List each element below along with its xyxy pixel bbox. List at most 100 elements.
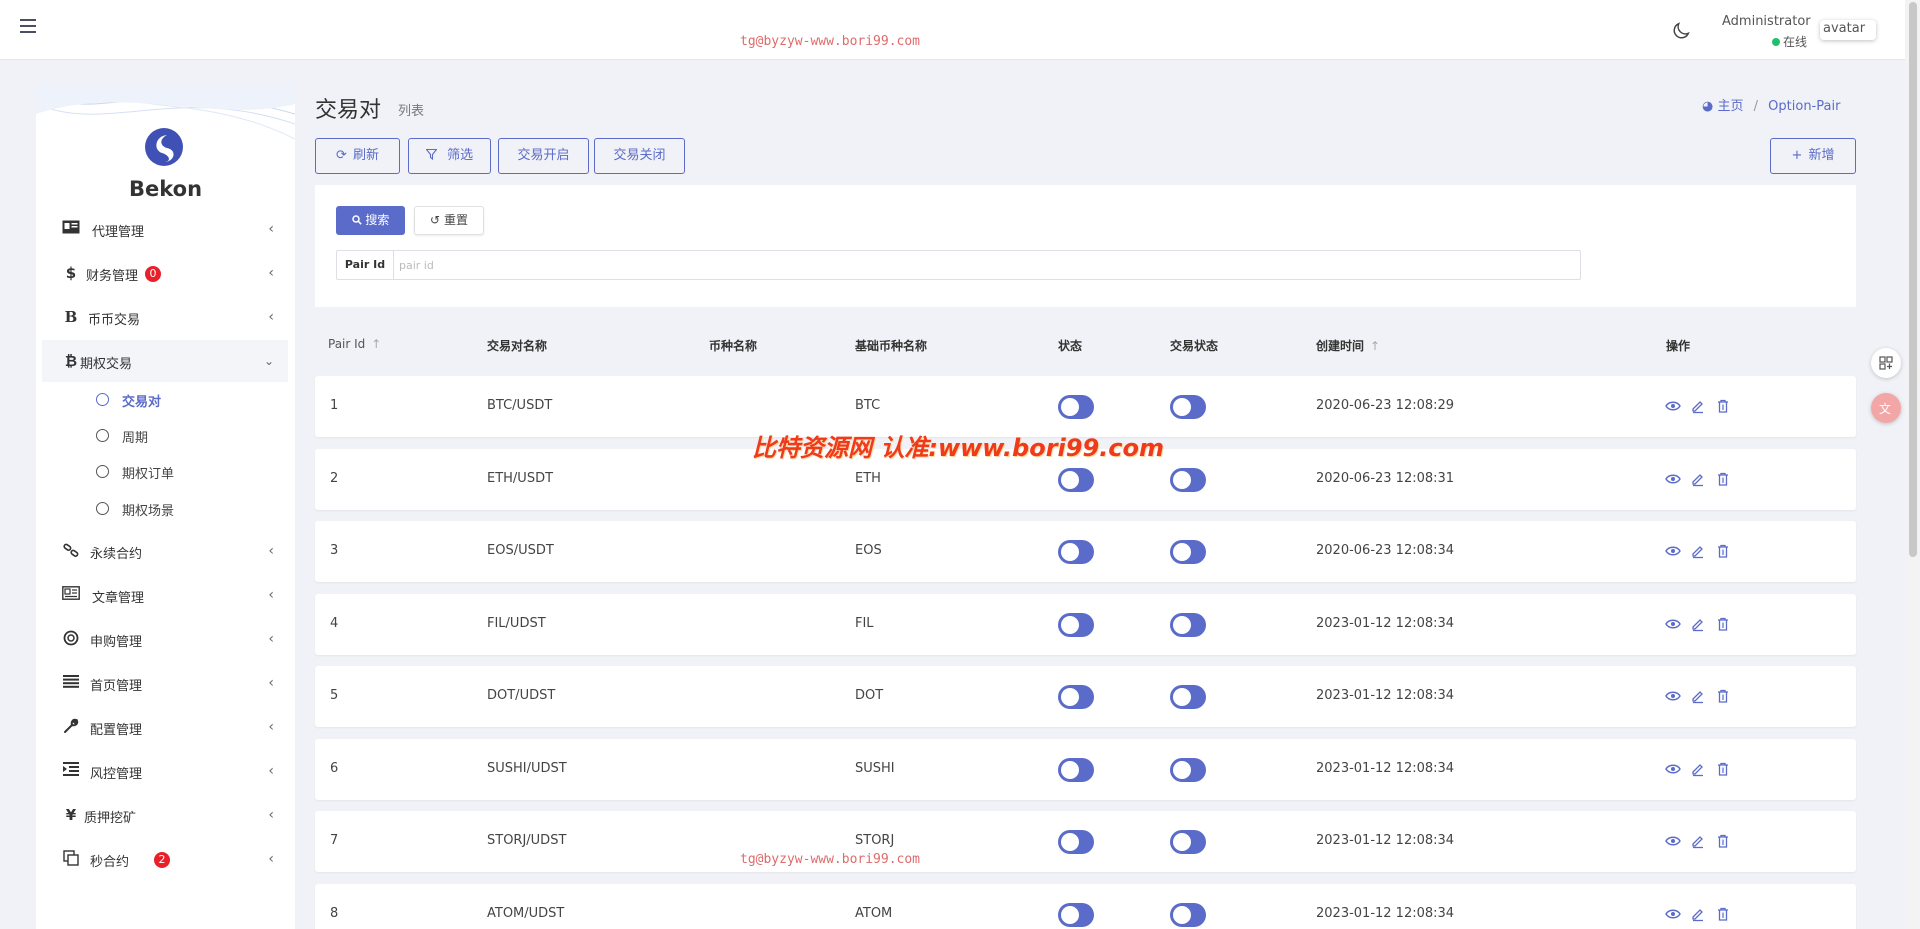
breadcrumb-home[interactable]: 主页	[1717, 99, 1743, 114]
page-subtitle: 列表	[398, 104, 425, 119]
edit-icon[interactable]	[1690, 833, 1706, 849]
view-icon[interactable]	[1665, 761, 1681, 777]
reset-button[interactable]: ↺ 重置	[414, 206, 484, 235]
status-toggle[interactable]	[1058, 758, 1094, 782]
edit-icon[interactable]	[1690, 398, 1706, 414]
col-header-pair-id[interactable]: Pair Id ↑	[328, 337, 381, 351]
trade-status-toggle[interactable]	[1170, 468, 1206, 492]
edit-icon[interactable]	[1690, 761, 1706, 777]
layout-grid-icon[interactable]	[1871, 348, 1901, 378]
sidebar: Bekon 代理管理 ‹ $ 财务管理 0 ‹ B 币币交易 ‹ ₿ 期权交易 …	[36, 84, 295, 929]
trade-status-toggle[interactable]	[1170, 395, 1206, 419]
cell-created: 2023-01-12 12:08:34	[1316, 688, 1455, 703]
sidebar-item-finance[interactable]: $ 财务管理 0 ‹	[42, 252, 288, 294]
indent-icon	[62, 762, 80, 780]
status-toggle[interactable]	[1058, 903, 1094, 927]
trade-status-toggle[interactable]	[1170, 613, 1206, 637]
cell-base-coin: FIL	[855, 616, 874, 631]
trade-status-toggle[interactable]	[1170, 830, 1206, 854]
edit-icon[interactable]	[1690, 906, 1706, 922]
view-icon[interactable]	[1665, 833, 1681, 849]
wrench-icon	[62, 718, 80, 738]
admin-name[interactable]: Administrator	[1722, 14, 1811, 29]
delete-icon[interactable]	[1715, 616, 1731, 632]
delete-icon[interactable]	[1715, 398, 1731, 414]
status-toggle[interactable]	[1058, 395, 1094, 419]
delete-icon[interactable]	[1715, 833, 1731, 849]
trade-open-button[interactable]: 交易开启	[498, 138, 589, 174]
table-row: 5 DOT/UDST DOT 2023-01-12 12:08:34	[315, 666, 1856, 727]
cell-created: 2023-01-12 12:08:34	[1316, 761, 1455, 776]
cell-base-coin: STORJ	[855, 833, 895, 848]
sidebar-item-config[interactable]: 配置管理 ‹	[42, 706, 288, 748]
sidebar-item-staking[interactable]: ¥ 质押挖矿 ‹	[42, 794, 288, 836]
translate-icon[interactable]: 文	[1871, 393, 1901, 423]
trade-status-toggle[interactable]	[1170, 540, 1206, 564]
sort-arrow-icon[interactable]: ↑	[1370, 339, 1380, 353]
sidebar-item-homepage[interactable]: 首页管理 ‹	[42, 662, 288, 704]
sidebar-item-seconds-contract[interactable]: 秒合约 2 ‹	[42, 838, 288, 880]
overlay-watermark: 比特资源网 认准:www.bori99.com	[752, 434, 1165, 462]
status-toggle[interactable]	[1058, 468, 1094, 492]
status-toggle[interactable]	[1058, 685, 1094, 709]
pair-id-input[interactable]	[399, 255, 1569, 275]
brand-name: Bekon	[128, 177, 203, 201]
edit-icon[interactable]	[1690, 471, 1706, 487]
bitcoin-icon: ₿	[64, 352, 78, 370]
view-icon[interactable]	[1665, 906, 1681, 922]
chevron-left-icon: ‹	[268, 309, 274, 325]
delete-icon[interactable]	[1715, 471, 1731, 487]
cell-pair-name: ETH/USDT	[487, 471, 554, 486]
search-button[interactable]: 搜索	[336, 206, 405, 235]
avatar[interactable]: avatar	[1820, 20, 1876, 40]
dark-mode-icon[interactable]	[1670, 20, 1692, 42]
add-button[interactable]: + 新增	[1770, 138, 1856, 174]
sort-arrow-icon[interactable]: ↑	[371, 337, 381, 351]
watermark-text: tg@byzyw-www.bori99.com	[740, 34, 921, 49]
col-header-created[interactable]: 创建时间 ↑	[1316, 337, 1380, 354]
refresh-button[interactable]: ⟳ 刷新	[315, 138, 400, 174]
chevron-left-icon: ‹	[268, 807, 274, 823]
trade-status-toggle[interactable]	[1170, 758, 1206, 782]
trade-status-toggle[interactable]	[1170, 685, 1206, 709]
sidebar-item-articles[interactable]: 文章管理 ‹	[42, 574, 288, 616]
delete-icon[interactable]	[1715, 906, 1731, 922]
table-row: 8 ATOM/UDST ATOM 2023-01-12 12:08:34	[315, 884, 1856, 929]
sidebar-item-perpetual[interactable]: 永续合约 ‹	[42, 530, 288, 572]
circle-icon	[96, 393, 109, 406]
view-icon[interactable]	[1665, 471, 1681, 487]
cell-pair-name: FIL/UDST	[487, 616, 546, 631]
status-toggle[interactable]	[1058, 830, 1094, 854]
delete-icon[interactable]	[1715, 688, 1731, 704]
view-icon[interactable]	[1665, 398, 1681, 414]
cell-pair-name: EOS/USDT	[487, 543, 554, 558]
view-icon[interactable]	[1665, 616, 1681, 632]
cell-base-coin: SUSHI	[855, 761, 895, 776]
sidebar-item-agent[interactable]: 代理管理 ‹	[42, 208, 288, 250]
edit-icon[interactable]	[1690, 543, 1706, 559]
chevron-left-icon: ‹	[268, 543, 274, 559]
menu-toggle-icon[interactable]	[20, 19, 36, 33]
view-icon[interactable]	[1665, 688, 1681, 704]
search-icon	[351, 213, 366, 227]
circle-icon	[96, 429, 109, 442]
chevron-left-icon: ‹	[268, 675, 274, 691]
view-icon[interactable]	[1665, 543, 1681, 559]
trade-close-button[interactable]: 交易关闭	[594, 138, 685, 174]
page-scrollbar[interactable]	[1905, 0, 1920, 929]
dashboard-icon: ◕	[1702, 99, 1714, 114]
delete-icon[interactable]	[1715, 543, 1731, 559]
edit-icon[interactable]	[1690, 616, 1706, 632]
sidebar-item-subscription[interactable]: 申购管理 ‹	[42, 618, 288, 660]
trade-status-toggle[interactable]	[1170, 903, 1206, 927]
status-toggle[interactable]	[1058, 540, 1094, 564]
delete-icon[interactable]	[1715, 761, 1731, 777]
sidebar-item-spot[interactable]: B 币币交易 ‹	[42, 296, 288, 338]
status-toggle[interactable]	[1058, 613, 1094, 637]
edit-icon[interactable]	[1690, 688, 1706, 704]
breadcrumb-current: Option-Pair	[1768, 99, 1841, 114]
filter-button[interactable]: 筛选	[408, 138, 491, 174]
sidebar-item-options[interactable]: ₿ 期权交易 ⌄	[42, 340, 288, 382]
sidebar-item-risk[interactable]: 风控管理 ‹	[42, 750, 288, 792]
watermark-text: tg@byzyw-www.bori99.com	[740, 852, 921, 867]
